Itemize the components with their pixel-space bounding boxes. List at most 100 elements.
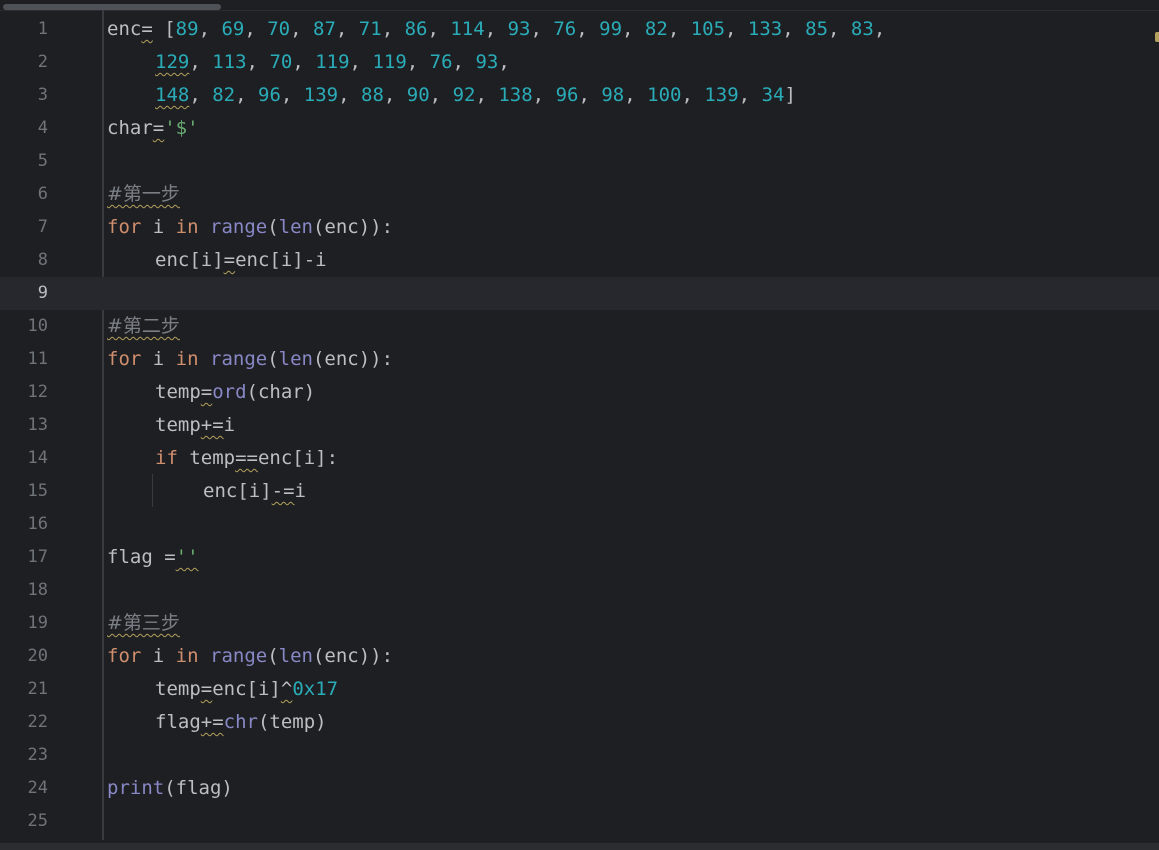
code-token: i (141, 348, 176, 370)
code-line[interactable]: 6 #第一步 (0, 178, 1159, 211)
code-token: 92 (452, 84, 476, 106)
code-token: i (223, 414, 236, 436)
line-number: 12 (27, 382, 48, 402)
code-line[interactable]: 11 for i in range(len(enc)): (0, 343, 1159, 376)
code-line[interactable]: 10 #第二步 (0, 310, 1159, 343)
code-token: ( (267, 645, 279, 667)
code-token: in (175, 348, 199, 370)
code-text[interactable]: 148, 82, 96, 139, 88, 90, 92, 138, 96, 9… (107, 79, 796, 112)
code-token: '' (175, 546, 199, 568)
code-token: , (828, 18, 851, 40)
code-lines[interactable]: 1 enc= [89, 69, 70, 87, 71, 86, 114, 93, … (0, 13, 1159, 838)
horizontal-scrollbar[interactable] (0, 0, 1159, 11)
code-line[interactable]: 8 enc[i]=enc[i]-i (0, 244, 1159, 277)
code-text[interactable]: enc[i]=enc[i]-i (107, 244, 327, 277)
code-text[interactable]: temp+=i (107, 409, 235, 442)
code-text[interactable]: enc[i]-=i (107, 475, 306, 508)
line-number: 5 (37, 151, 48, 171)
code-token: in (175, 645, 199, 667)
code-token: range (210, 216, 268, 238)
code-token: ^ (280, 678, 293, 700)
code-line[interactable]: 7 for i in range(len(enc)): (0, 211, 1159, 244)
code-line[interactable]: 23 (0, 739, 1159, 772)
code-text[interactable]: if temp==enc[i]: (107, 442, 338, 475)
code-line[interactable]: 18 (0, 574, 1159, 607)
code-text[interactable]: 129, 113, 70, 119, 119, 76, 93, (107, 46, 510, 79)
code-line[interactable]: 16 (0, 508, 1159, 541)
code-token: 93 (475, 51, 499, 73)
code-line[interactable]: 15 enc[i]-=i (0, 475, 1159, 508)
line-number: 13 (27, 415, 48, 435)
code-token: [ (152, 18, 176, 40)
code-token: char (107, 117, 153, 139)
code-token: , (725, 18, 748, 40)
line-number: 23 (27, 745, 48, 765)
line-number: 20 (27, 646, 48, 666)
code-token: ( (267, 216, 279, 238)
code-token: (char) (246, 381, 316, 403)
code-token: temp (155, 414, 201, 436)
line-number: 3 (37, 85, 48, 105)
code-line[interactable]: 4 char='$' (0, 112, 1159, 145)
line-number: 25 (27, 811, 48, 831)
code-token: , (738, 84, 762, 106)
code-token: , (383, 84, 407, 106)
line-number: 2 (37, 52, 48, 72)
code-token: , (427, 18, 451, 40)
code-token: 89 (175, 18, 199, 40)
code-text[interactable]: for i in range(len(enc)): (107, 211, 393, 244)
code-text[interactable]: flag+=chr(temp) (107, 706, 327, 739)
code-line[interactable]: 5 (0, 145, 1159, 178)
code-token: ( (267, 348, 279, 370)
bottom-scrollbar[interactable] (0, 843, 1159, 850)
code-text[interactable]: #第一步 (107, 178, 180, 211)
code-text[interactable]: #第三步 (107, 607, 180, 640)
code-line[interactable]: 19 #第三步 (0, 607, 1159, 640)
code-token: flag (155, 711, 201, 733)
code-text[interactable]: temp=ord(char) (107, 376, 315, 409)
code-token: 69 (221, 18, 245, 40)
code-token: enc[i]-i (235, 249, 327, 271)
code-token: , (873, 18, 886, 40)
code-token: = (164, 546, 176, 568)
line-number: 15 (27, 481, 48, 501)
code-text[interactable]: #第二步 (107, 310, 180, 343)
code-token: i (141, 216, 176, 238)
code-text[interactable]: temp=enc[i]^0x17 (107, 673, 338, 706)
code-text[interactable]: enc= [89, 69, 70, 87, 71, 86, 114, 93, 7… (107, 13, 885, 46)
code-line[interactable]: 24 print(flag) (0, 772, 1159, 805)
code-token: 93 (507, 18, 531, 40)
code-text[interactable]: for i in range(len(enc)): (107, 640, 393, 673)
code-line[interactable]: 25 (0, 805, 1159, 838)
code-line[interactable]: 9 (0, 277, 1159, 310)
code-token: , (578, 84, 602, 106)
code-line[interactable]: 17 flag ='' (0, 541, 1159, 574)
code-token: , (498, 51, 510, 73)
line-number: 21 (27, 679, 48, 699)
code-line[interactable]: 21 temp=enc[i]^0x17 (0, 673, 1159, 706)
code-editor[interactable]: 1 enc= [89, 69, 70, 87, 71, 86, 114, 93, … (0, 0, 1159, 850)
code-token: enc[i] (203, 480, 272, 502)
code-token: (enc)): (312, 216, 394, 238)
code-line[interactable]: 2 129, 113, 70, 119, 119, 76, 93, (0, 46, 1159, 79)
code-token: 0x17 (292, 678, 339, 700)
code-line[interactable]: 13 temp+=i (0, 409, 1159, 442)
code-text[interactable]: for i in range(len(enc)): (107, 343, 393, 376)
horizontal-scrollbar-thumb[interactable] (3, 4, 221, 10)
code-line[interactable]: 3 148, 82, 96, 139, 88, 90, 92, 138, 96, … (0, 79, 1159, 112)
code-token: , (406, 51, 430, 73)
code-line[interactable]: 12 temp=ord(char) (0, 376, 1159, 409)
code-token: len (278, 645, 313, 667)
code-text[interactable]: flag ='' (107, 541, 199, 574)
code-token: temp (155, 381, 201, 403)
code-text[interactable]: char='$' (107, 112, 199, 145)
code-line[interactable]: 22 flag+=chr(temp) (0, 706, 1159, 739)
code-token: += (200, 414, 224, 436)
code-line[interactable]: 14 if temp==enc[i]: (0, 442, 1159, 475)
code-line[interactable]: 1 enc= [89, 69, 70, 87, 71, 86, 114, 93, … (0, 13, 1159, 46)
code-line[interactable]: 20 for i in range(len(enc)): (0, 640, 1159, 673)
code-text[interactable]: print(flag) (107, 772, 233, 805)
code-token: (temp) (257, 711, 327, 733)
code-token: , (280, 84, 304, 106)
